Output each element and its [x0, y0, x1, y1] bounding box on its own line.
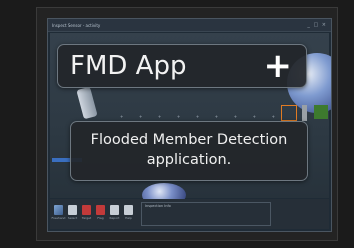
fmd-app-card[interactable]: FMD App + [57, 44, 307, 88]
window-title: Inspect Sensor - activity [52, 22, 101, 28]
tool-label: Flag [97, 216, 104, 220]
tool-label: Target [81, 216, 92, 220]
tool-label: Freehand [51, 216, 66, 220]
app-title: FMD App [70, 51, 187, 81]
tool-report[interactable]: Report [109, 205, 120, 223]
ruler-tick: + [271, 114, 275, 119]
ruler-tick: + [138, 114, 143, 119]
window-titlebar[interactable]: Inspect Sensor - activity _ □ × [48, 19, 331, 32]
probe-icon[interactable] [302, 105, 307, 121]
ruler-tick: + [120, 114, 124, 119]
green-axis-icon[interactable] [314, 105, 328, 119]
tool-label: Help [125, 216, 132, 220]
description-line-2: application. [146, 152, 232, 168]
ruler-tick: + [195, 114, 200, 119]
ruler-tick: + [252, 114, 257, 119]
ruler-tick: + [157, 114, 162, 119]
bottom-toolbar: Freehand Select Target Flag Report Help … [50, 199, 329, 229]
ruler-tick: + [233, 114, 238, 119]
flag-icon [96, 205, 105, 215]
panel-label: Inspection Info [145, 204, 171, 208]
tool-flag[interactable]: Flag [95, 205, 106, 223]
ruler-tick: + [176, 114, 181, 119]
tool-select[interactable]: Select [67, 205, 78, 223]
plus-icon[interactable]: + [264, 49, 293, 83]
description-card: Flooded Member Detection application. [70, 121, 308, 181]
tool-help[interactable]: Help [123, 205, 134, 223]
pen-icon [54, 205, 63, 215]
structural-member [76, 86, 98, 120]
help-icon [124, 205, 133, 215]
document-icon [110, 205, 119, 215]
description-line-1: Flooded Member Detection [90, 132, 288, 149]
ruler-tick: + [214, 114, 219, 119]
target-icon [82, 205, 91, 215]
tool-label: Select [67, 216, 78, 220]
tool-freehand[interactable]: Freehand [51, 205, 66, 223]
measurement-ruler: + + + + + + + + + [120, 114, 275, 120]
inspection-info-panel[interactable]: Inspection Info [141, 202, 271, 226]
window-controls[interactable]: _ □ × [307, 22, 327, 28]
axis-gizmo-icon[interactable] [281, 105, 297, 121]
tool-label: Report [109, 216, 120, 220]
select-icon [68, 205, 77, 215]
tool-target[interactable]: Target [81, 205, 92, 223]
